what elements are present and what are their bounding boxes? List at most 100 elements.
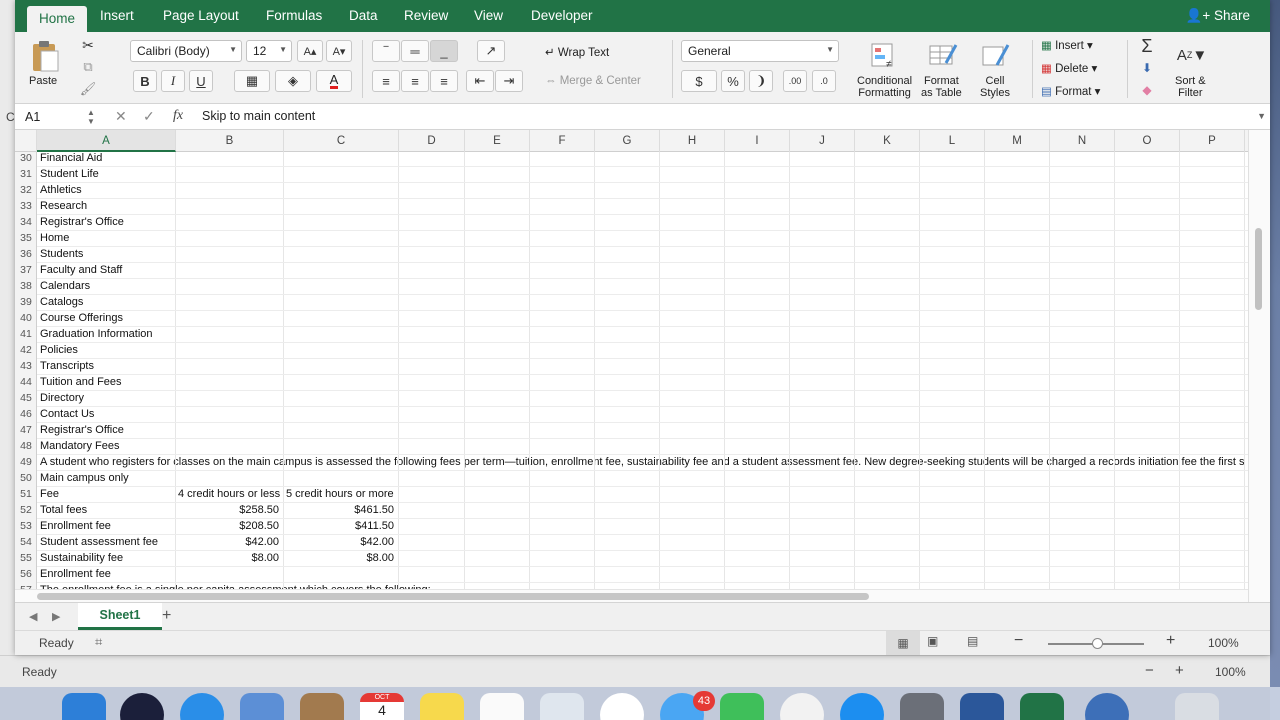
system-preferences-icon[interactable] — [900, 693, 944, 720]
photos-icon[interactable] — [600, 693, 644, 720]
orientation-button[interactable]: ↗ — [477, 40, 505, 62]
cell-b[interactable]: 4 credit hours or less — [176, 486, 282, 502]
finder-icon[interactable] — [62, 693, 106, 720]
cancel-icon[interactable]: ✕ — [115, 108, 127, 125]
excel-icon[interactable] — [1020, 693, 1064, 720]
cell-a[interactable]: A student who registers for classes on t… — [38, 454, 1247, 470]
cell-a[interactable]: Mandatory Fees — [38, 438, 121, 454]
format-painter-icon[interactable]: 🖌 — [79, 80, 97, 98]
cell-a[interactable]: Research — [38, 198, 89, 214]
next-sheet-icon[interactable]: ▶ — [52, 610, 60, 623]
fill-color-button[interactable]: ◈ — [275, 70, 311, 92]
row-header[interactable]: 53 — [15, 518, 37, 534]
font-name-select[interactable]: Calibri (Body) ▼ — [130, 40, 242, 62]
row-header[interactable]: 37 — [15, 262, 37, 278]
column-header-f[interactable]: F — [530, 130, 595, 152]
cell-c[interactable]: $42.00 — [284, 534, 399, 550]
app-store-icon[interactable] — [840, 693, 884, 720]
cell-b[interactable]: $208.50 — [176, 518, 284, 534]
clear-icon[interactable]: ◆ — [1133, 80, 1161, 100]
tab-home[interactable]: Home — [27, 6, 88, 33]
word-icon[interactable] — [960, 693, 1004, 720]
macro-record-icon[interactable]: ⌗ — [95, 634, 102, 650]
music-icon[interactable] — [780, 693, 824, 720]
cell-a[interactable]: Fee — [38, 486, 61, 502]
bold-button[interactable]: B — [133, 70, 157, 92]
facetime-icon[interactable] — [720, 693, 764, 720]
cell-a[interactable]: Faculty and Staff — [38, 262, 124, 278]
row-header[interactable]: 42 — [15, 342, 37, 358]
row-header[interactable]: 40 — [15, 310, 37, 326]
tab-developer[interactable]: Developer — [531, 8, 593, 23]
sheet-tab-sheet1[interactable]: Sheet1 — [78, 603, 162, 630]
normal-view-icon[interactable]: ▦ — [886, 631, 920, 655]
row-header[interactable]: 35 — [15, 230, 37, 246]
format-as-table-button[interactable] — [15, 40, 55, 70]
add-sheet-button[interactable]: + — [162, 607, 171, 625]
function-icon[interactable]: fx — [173, 108, 183, 124]
vertical-scrollbar[interactable] — [1248, 130, 1270, 602]
format-cells-button[interactable]: ▤ Format ▾ — [1041, 84, 1100, 98]
row-header[interactable]: 52 — [15, 502, 37, 518]
confirm-icon[interactable]: ✓ — [143, 108, 155, 125]
column-header-j[interactable]: J — [790, 130, 855, 152]
share-button[interactable]: 👤+ Share — [1186, 8, 1250, 24]
page-break-view-icon[interactable]: ▤ — [967, 634, 978, 648]
decrease-indent-button[interactable]: ⇤ — [466, 70, 494, 92]
cell-a[interactable]: Directory — [38, 390, 86, 406]
cell-a[interactable]: Students — [38, 246, 85, 262]
cell-styles-button[interactable] — [975, 40, 1015, 70]
number-format-select[interactable]: General ▼ — [681, 40, 839, 62]
increase-decimal-button[interactable]: .00 — [783, 70, 807, 92]
row-header[interactable]: 56 — [15, 566, 37, 582]
background-zoom-plus[interactable]: + — [1175, 662, 1184, 679]
background-zoom-minus[interactable]: − — [1145, 662, 1154, 679]
globe-icon[interactable] — [1085, 693, 1129, 720]
row-header[interactable]: 31 — [15, 166, 37, 182]
row-header[interactable]: 33 — [15, 198, 37, 214]
tab-data[interactable]: Data — [349, 8, 378, 23]
increase-font-size-button[interactable]: A▴ — [297, 40, 323, 62]
calendar-icon[interactable]: OCT 4 — [360, 693, 404, 720]
column-header-p[interactable]: P — [1180, 130, 1245, 152]
row-header[interactable]: 39 — [15, 294, 37, 310]
decrease-decimal-button[interactable]: .0 — [812, 70, 836, 92]
zoom-slider-thumb[interactable] — [1092, 638, 1103, 649]
decrease-font-size-button[interactable]: A▾ — [326, 40, 352, 62]
cut-icon[interactable]: ✂ — [79, 36, 97, 54]
font-size-select[interactable]: 12 ▼ — [246, 40, 292, 62]
cell-a[interactable]: Sustainability fee — [38, 550, 125, 566]
cell-a[interactable]: Transcripts — [38, 358, 96, 374]
cell-c[interactable]: $411.50 — [284, 518, 399, 534]
safari-icon[interactable] — [180, 693, 224, 720]
row-header[interactable]: 47 — [15, 422, 37, 438]
borders-button[interactable]: ▦ — [234, 70, 270, 92]
row-header[interactable]: 32 — [15, 182, 37, 198]
cell-a[interactable]: Course Offerings — [38, 310, 125, 326]
tab-view[interactable]: View — [474, 8, 503, 23]
row-header[interactable]: 38 — [15, 278, 37, 294]
cell-a[interactable]: Student Life — [38, 166, 101, 182]
preview-icon[interactable] — [540, 693, 584, 720]
cell-a[interactable]: Financial Aid — [38, 150, 104, 166]
wrap-text-button[interactable]: ↵ Wrap Text — [545, 45, 609, 59]
row-header[interactable]: 45 — [15, 390, 37, 406]
copy-icon[interactable]: ⧉ — [79, 58, 97, 76]
column-header-h[interactable]: H — [660, 130, 725, 152]
zoom-in-button[interactable]: + — [1166, 632, 1175, 650]
cell-a[interactable]: Total fees — [38, 502, 89, 518]
row-header[interactable]: 49 — [15, 454, 37, 470]
column-header-c[interactable]: C — [284, 130, 399, 152]
cell-b[interactable]: $42.00 — [176, 534, 284, 550]
notes-icon[interactable] — [420, 693, 464, 720]
column-header-o[interactable]: O — [1115, 130, 1180, 152]
fill-icon[interactable]: ⬇ — [1133, 58, 1161, 78]
comma-style-button[interactable]: ❩ — [749, 70, 773, 92]
page-layout-view-icon[interactable]: ▣ — [927, 634, 938, 648]
cell-c[interactable]: 5 credit hours or more — [284, 486, 396, 502]
row-header[interactable]: 51 — [15, 486, 37, 502]
cell-a[interactable]: Calendars — [38, 278, 92, 294]
tab-review[interactable]: Review — [404, 8, 448, 23]
underline-button[interactable]: U — [189, 70, 213, 92]
column-header-b[interactable]: B — [176, 130, 284, 152]
